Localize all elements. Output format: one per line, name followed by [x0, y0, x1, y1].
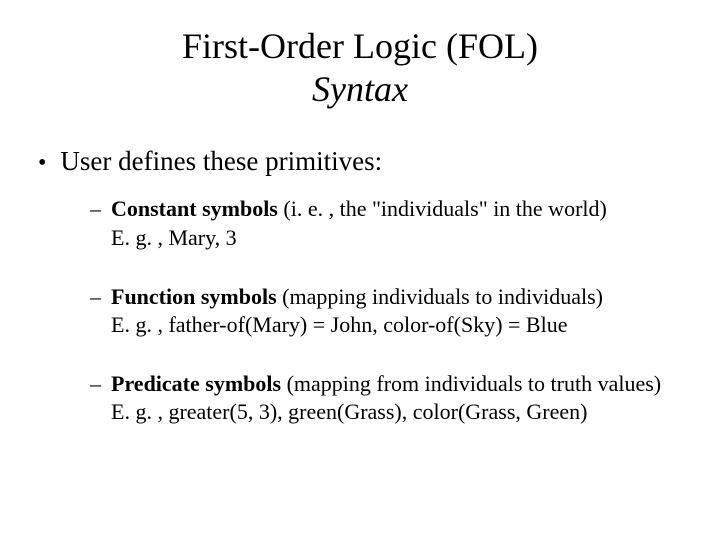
title-line-1: First-Order Logic (FOL): [30, 25, 690, 68]
slide-title: First-Order Logic (FOL) Syntax: [30, 25, 690, 111]
sub-bold: Function symbols: [111, 284, 277, 309]
title-line-2: Syntax: [30, 68, 690, 111]
bullet-marker: •: [38, 151, 46, 175]
sub-example: E. g. , greater(5, 3), green(Grass), col…: [111, 399, 587, 424]
sub-rest: (i. e. , the "individuals" in the world): [278, 196, 607, 221]
bullet-text: User defines these primitives:: [60, 146, 382, 177]
sub-example: E. g. , Mary, 3: [111, 225, 237, 250]
sub-item-predicate: – Predicate symbols (mapping from indivi…: [90, 370, 690, 427]
sub-dash: –: [90, 195, 101, 224]
sub-rest: (mapping individuals to individuals): [277, 284, 603, 309]
sub-bold: Predicate symbols: [111, 371, 281, 396]
sub-content: Constant symbols (i. e. , the "individua…: [111, 195, 607, 252]
sub-item-constant: – Constant symbols (i. e. , the "individ…: [90, 195, 690, 252]
sub-rest: (mapping from individuals to truth value…: [281, 371, 661, 396]
sub-dash: –: [90, 370, 101, 399]
sub-content: Function symbols (mapping individuals to…: [111, 283, 603, 340]
sub-item-function: – Function symbols (mapping individuals …: [90, 283, 690, 340]
sub-content: Predicate symbols (mapping from individu…: [111, 370, 661, 427]
main-bullet: • User defines these primitives:: [30, 146, 690, 177]
sub-bold: Constant symbols: [111, 196, 278, 221]
sub-dash: –: [90, 283, 101, 312]
sub-example: E. g. , father-of(Mary) = John, color-of…: [111, 312, 567, 337]
